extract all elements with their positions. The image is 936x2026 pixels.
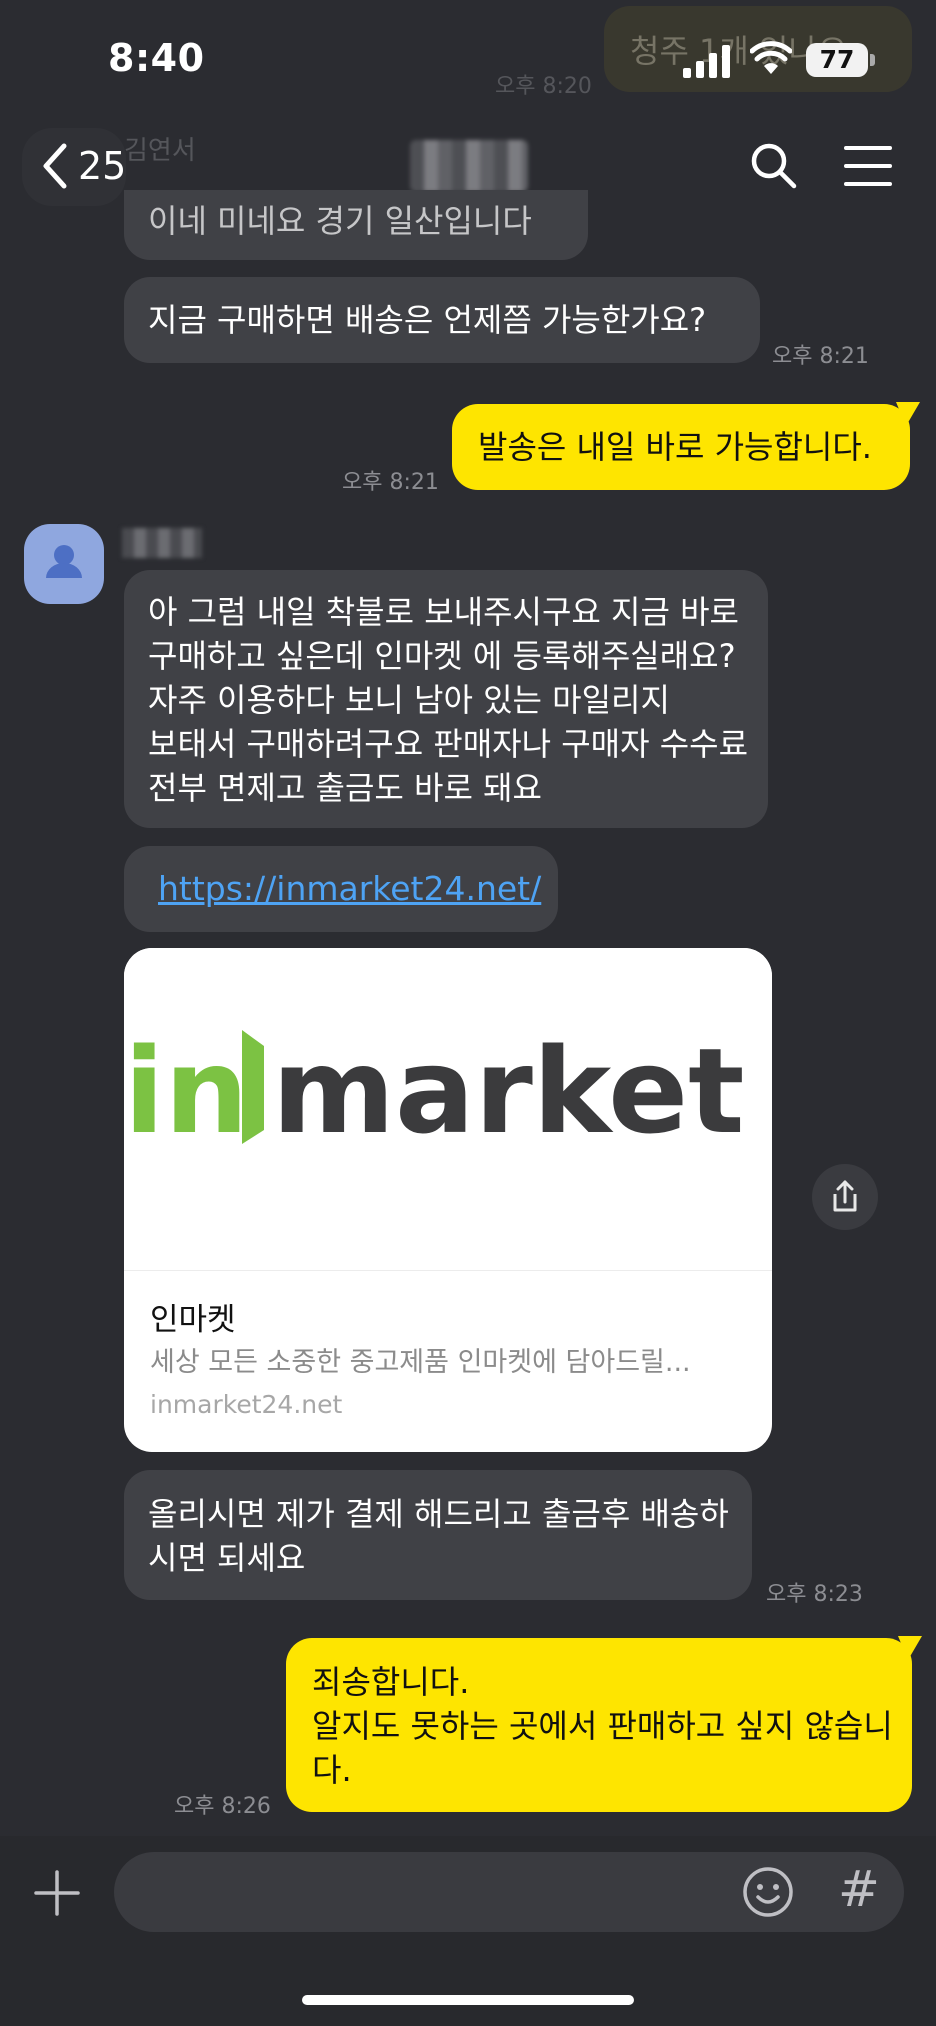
message-timestamp: 오후 8:21 [342, 470, 439, 495]
wifi-icon [750, 41, 792, 74]
search-icon[interactable] [748, 140, 798, 190]
message-partial-text: 이네 미네요 경기 일산입니다 [148, 202, 532, 240]
message-text: 죄송합니다. 알지도 못하는 곳에서 판매하고 싶지 않습니다. [312, 1663, 893, 1789]
bubble-tail [898, 1636, 922, 1660]
message-bubble-outgoing[interactable]: 죄송합니다. 알지도 못하는 곳에서 판매하고 싶지 않습니다. [286, 1638, 912, 1812]
link-preview-title: 인마켓 [150, 1302, 236, 1338]
logo-market-text: market [272, 1022, 745, 1160]
battery-tip [870, 54, 875, 66]
bubble-tail [896, 402, 920, 426]
cellular-signal-icon [683, 44, 731, 78]
chat-title-blurred [410, 140, 528, 192]
inmarket-logo: in market [124, 1022, 745, 1160]
faded-timestamp: 오후 8:20 [495, 74, 592, 99]
link-preview-image: in market [124, 948, 772, 1271]
message-text: 발송은 내일 바로 가능합니다. [478, 428, 872, 466]
message-text: 지금 구매하면 배송은 언제쯤 가능한가요? [148, 301, 707, 339]
share-button[interactable] [812, 1164, 878, 1230]
share-icon [833, 1180, 857, 1212]
emoji-icon[interactable] [742, 1866, 794, 1918]
avatar[interactable] [24, 524, 104, 604]
message-bubble-outgoing[interactable]: 발송은 내일 바로 가능합니다. [452, 404, 910, 490]
message-bubble-incoming[interactable]: 아 그럼 내일 착불로 보내주시구요 지금 바로 구매하고 싶은데 인마켓 에 … [124, 570, 768, 828]
menu-icon[interactable] [844, 146, 892, 186]
logo-in-text: in [124, 1022, 248, 1160]
hashtag-search-button[interactable]: # [838, 1860, 880, 1918]
message-timestamp: 오후 8:23 [766, 1582, 863, 1607]
faded-sender-name: 김연서 [124, 136, 196, 166]
status-time: 8:40 [108, 36, 205, 80]
message-timestamp: 오후 8:26 [174, 1794, 271, 1819]
battery-icon: 77 [806, 43, 868, 77]
person-icon [46, 545, 82, 578]
link-preview-description: 세상 모든 소중한 중고제품 인마켓에 담아드릴... [150, 1347, 691, 1378]
sender-name-blurred [122, 528, 202, 558]
plus-icon[interactable] [34, 1870, 80, 1916]
message-link[interactable]: https://inmarket24.net/ [158, 868, 541, 910]
message-bubble-link[interactable]: https://inmarket24.net/ [124, 846, 558, 932]
link-preview-domain: inmarket24.net [150, 1390, 343, 1419]
message-bubble-incoming[interactable]: 올리시면 제가 결제 해드리고 출금후 배송하시면 되세요 [124, 1470, 752, 1600]
chevron-left-icon[interactable] [36, 140, 76, 192]
message-text: 올리시면 제가 결제 해드리고 출금후 배송하시면 되세요 [148, 1495, 729, 1577]
unread-count[interactable]: 25 [78, 144, 126, 188]
link-preview-card[interactable]: in market 인마켓 세상 모든 소중한 중고제품 인마켓에 담아드릴..… [124, 948, 772, 1452]
message-text: 아 그럼 내일 착불로 보내주시구요 지금 바로 구매하고 싶은데 인마켓 에 … [148, 593, 749, 807]
message-bubble-incoming[interactable]: 지금 구매하면 배송은 언제쯤 가능한가요? [124, 277, 760, 363]
home-indicator [302, 1995, 634, 2005]
message-timestamp: 오후 8:21 [772, 344, 869, 369]
